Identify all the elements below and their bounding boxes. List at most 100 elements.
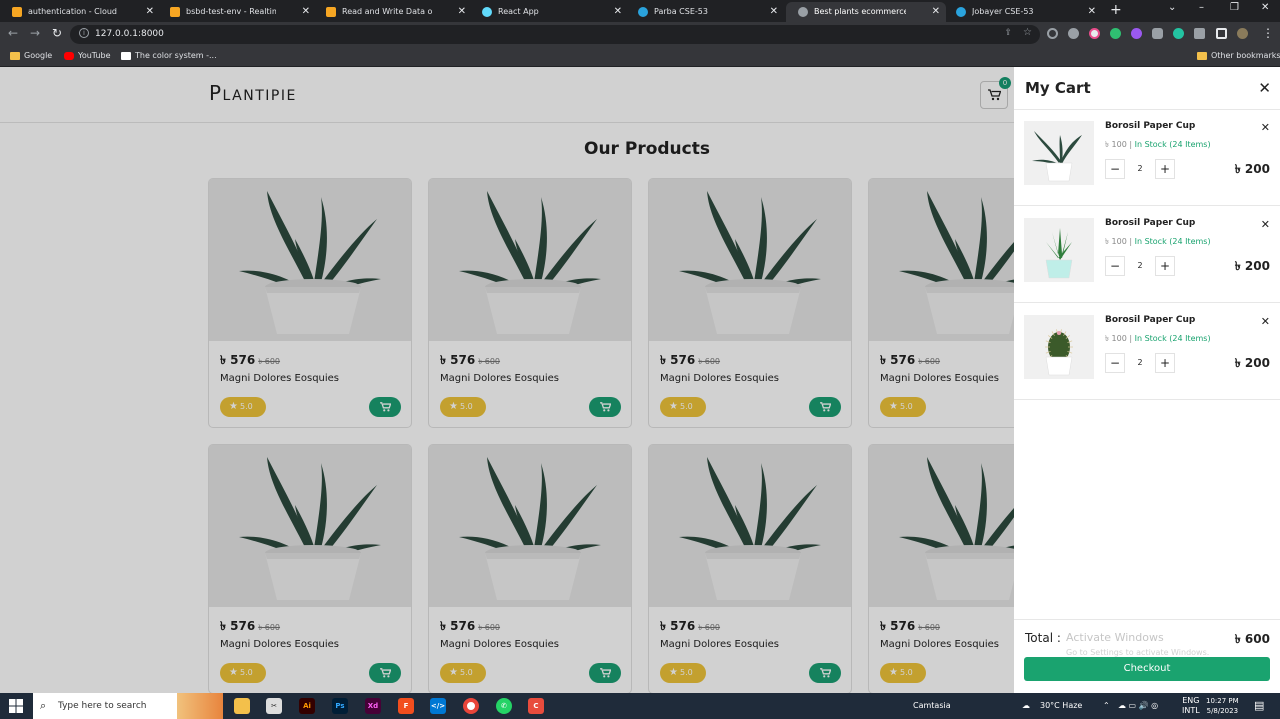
decrease-qty-button[interactable]: − — [1105, 256, 1125, 276]
extension-icon[interactable] — [1068, 28, 1079, 39]
bookmark-item[interactable]: The color system -... — [121, 46, 217, 66]
minimize-icon[interactable]: – — [1199, 2, 1204, 13]
telegram-icon — [956, 7, 966, 17]
bookmark-item[interactable]: YouTube — [64, 46, 111, 66]
windows-start-icon[interactable] — [9, 699, 23, 713]
close-icon[interactable]: ✕ — [614, 2, 622, 22]
tray-icons[interactable]: ☁ ▭ 🔊 ◎ — [1118, 693, 1158, 719]
quantity-value[interactable]: 2 — [1130, 353, 1150, 373]
browser-tab[interactable]: Jobayer CSE-53 ✕ — [944, 2, 1102, 22]
extension-icon[interactable] — [1152, 28, 1163, 39]
photoshop-icon[interactable]: Ps — [332, 698, 348, 714]
language-indicator[interactable]: ENG INTL — [1182, 696, 1200, 716]
browser-tab[interactable]: bsbd-test-env - Realtime Database ✕ — [158, 2, 316, 22]
restore-icon[interactable]: ❐ — [1230, 2, 1239, 13]
adobe-xd-icon[interactable]: Xd — [365, 698, 381, 714]
menu-icon[interactable]: ⋮ — [1262, 26, 1274, 40]
camtasia-icon[interactable]: C — [528, 698, 544, 714]
quantity-value[interactable]: 2 — [1130, 256, 1150, 276]
cart-drawer: My Cart ✕ Borosil Paper Cup ৳ 100 | In S… — [1014, 67, 1280, 693]
chevron-down-icon[interactable]: ⌄ — [1168, 2, 1176, 13]
new-tab-button[interactable]: + — [1110, 2, 1122, 18]
browser-tab[interactable]: Parba CSE-53 ✕ — [626, 2, 784, 22]
cart-title: My Cart — [1025, 79, 1091, 97]
decrease-qty-button[interactable]: − — [1105, 353, 1125, 373]
browser-tab-active[interactable]: Best plants ecommerce platform ✕ — [786, 2, 946, 22]
puzzle-icon[interactable] — [1194, 28, 1205, 39]
remove-item-icon[interactable]: ✕ — [1261, 218, 1270, 231]
modal-backdrop[interactable] — [0, 67, 1014, 693]
tray-up-icon[interactable]: ⌃ — [1103, 693, 1110, 719]
extension-icon[interactable] — [1089, 28, 1100, 39]
forward-icon[interactable]: → — [30, 26, 40, 40]
react-icon — [482, 7, 492, 17]
close-icon[interactable]: ✕ — [458, 2, 466, 22]
stock-status: In Stock (24 Items) — [1134, 334, 1211, 343]
cart-item-name[interactable]: Borosil Paper Cup — [1105, 121, 1195, 131]
cart-item-name[interactable]: Borosil Paper Cup — [1105, 218, 1195, 228]
increase-qty-button[interactable]: + — [1155, 159, 1175, 179]
activate-windows-watermark: Activate Windows — [1066, 631, 1164, 644]
weather-icon[interactable]: ☁ — [1022, 693, 1030, 719]
file-explorer-icon[interactable] — [234, 698, 250, 714]
cart-item-meta: ৳ 100 | In Stock (24 Items) — [1105, 140, 1211, 149]
cart-item-name[interactable]: Borosil Paper Cup — [1105, 315, 1195, 325]
increase-qty-button[interactable]: + — [1155, 256, 1175, 276]
extension-icon[interactable] — [1110, 28, 1121, 39]
sidebar-icon[interactable] — [1216, 28, 1227, 39]
browser-tab[interactable]: authentication - Cloud Firestore ✕ — [0, 2, 160, 22]
close-icon[interactable]: ✕ — [1258, 79, 1271, 97]
browser-tab[interactable]: React App ✕ — [470, 2, 628, 22]
info-icon[interactable]: i — [79, 28, 89, 38]
share-icon[interactable]: ⇪ — [1004, 28, 1012, 38]
clock[interactable]: 10:27 PM 5/8/2023 — [1206, 696, 1239, 716]
notifications-icon[interactable]: ▤ — [1254, 693, 1264, 719]
search-highlight-image — [177, 693, 223, 719]
cart-item: Borosil Paper Cup ৳ 100 | In Stock (24 I… — [1014, 110, 1280, 206]
decrease-qty-button[interactable]: − — [1105, 159, 1125, 179]
remove-item-icon[interactable]: ✕ — [1261, 315, 1270, 328]
remove-item-icon[interactable]: ✕ — [1261, 121, 1270, 134]
figma-icon[interactable]: F — [398, 698, 414, 714]
close-icon[interactable]: ✕ — [770, 2, 778, 22]
checkout-button[interactable]: Checkout — [1024, 657, 1270, 681]
avatar[interactable] — [1237, 28, 1248, 39]
taskbar-search-input[interactable]: ⌕ Type here to search — [33, 693, 223, 719]
weather-label[interactable]: 30°C Haze — [1040, 693, 1082, 719]
telegram-icon — [638, 7, 648, 17]
cart-item-thumbnail[interactable] — [1024, 121, 1094, 185]
back-icon[interactable]: ← — [8, 26, 18, 40]
increase-qty-button[interactable]: + — [1155, 353, 1175, 373]
snipping-tool-icon[interactable]: ✂ — [266, 698, 282, 714]
cart-item-total: ৳ 200 — [1234, 162, 1270, 176]
other-bookmarks[interactable]: Other bookmarks — [1197, 46, 1280, 66]
extension-icon[interactable] — [1173, 28, 1184, 39]
cart-item: Borosil Paper Cup ৳ 100 | In Stock (24 I… — [1014, 207, 1280, 303]
browser-tab[interactable]: Read and Write Data on the Web ✕ — [314, 2, 472, 22]
close-icon[interactable]: ✕ — [1088, 2, 1096, 22]
reload-icon[interactable]: ↻ — [52, 26, 62, 40]
close-icon[interactable]: ✕ — [146, 2, 154, 22]
address-bar[interactable]: i 127.0.0.1:8000 ⇪ ☆ — [70, 25, 1040, 44]
whatsapp-icon[interactable]: ✆ — [496, 698, 512, 714]
bookmark-star-icon[interactable]: ☆ — [1023, 27, 1032, 38]
cart-item-unit-price: ৳ 100 — [1105, 237, 1127, 246]
url-text[interactable]: 127.0.0.1:8000 — [95, 25, 164, 44]
quantity-value[interactable]: 2 — [1130, 159, 1150, 179]
close-icon[interactable]: ✕ — [932, 2, 940, 22]
search-icon: ⌕ — [40, 699, 47, 712]
cart-item-image — [1024, 315, 1094, 379]
cart-item-thumbnail[interactable] — [1024, 218, 1094, 282]
extension-icon[interactable] — [1047, 28, 1058, 39]
camtasia-label[interactable]: Camtasia — [913, 693, 951, 719]
cart-item-image — [1024, 121, 1094, 185]
illustrator-icon[interactable]: Ai — [299, 698, 315, 714]
extension-icon[interactable] — [1131, 28, 1142, 39]
bookmark-item[interactable]: Google — [10, 46, 52, 66]
page-icon — [121, 52, 131, 60]
window-close-icon[interactable]: ✕ — [1261, 2, 1269, 13]
close-icon[interactable]: ✕ — [302, 2, 310, 22]
cart-item-thumbnail[interactable] — [1024, 315, 1094, 379]
vscode-icon[interactable]: </> — [430, 698, 446, 714]
chrome-icon[interactable] — [463, 698, 479, 714]
